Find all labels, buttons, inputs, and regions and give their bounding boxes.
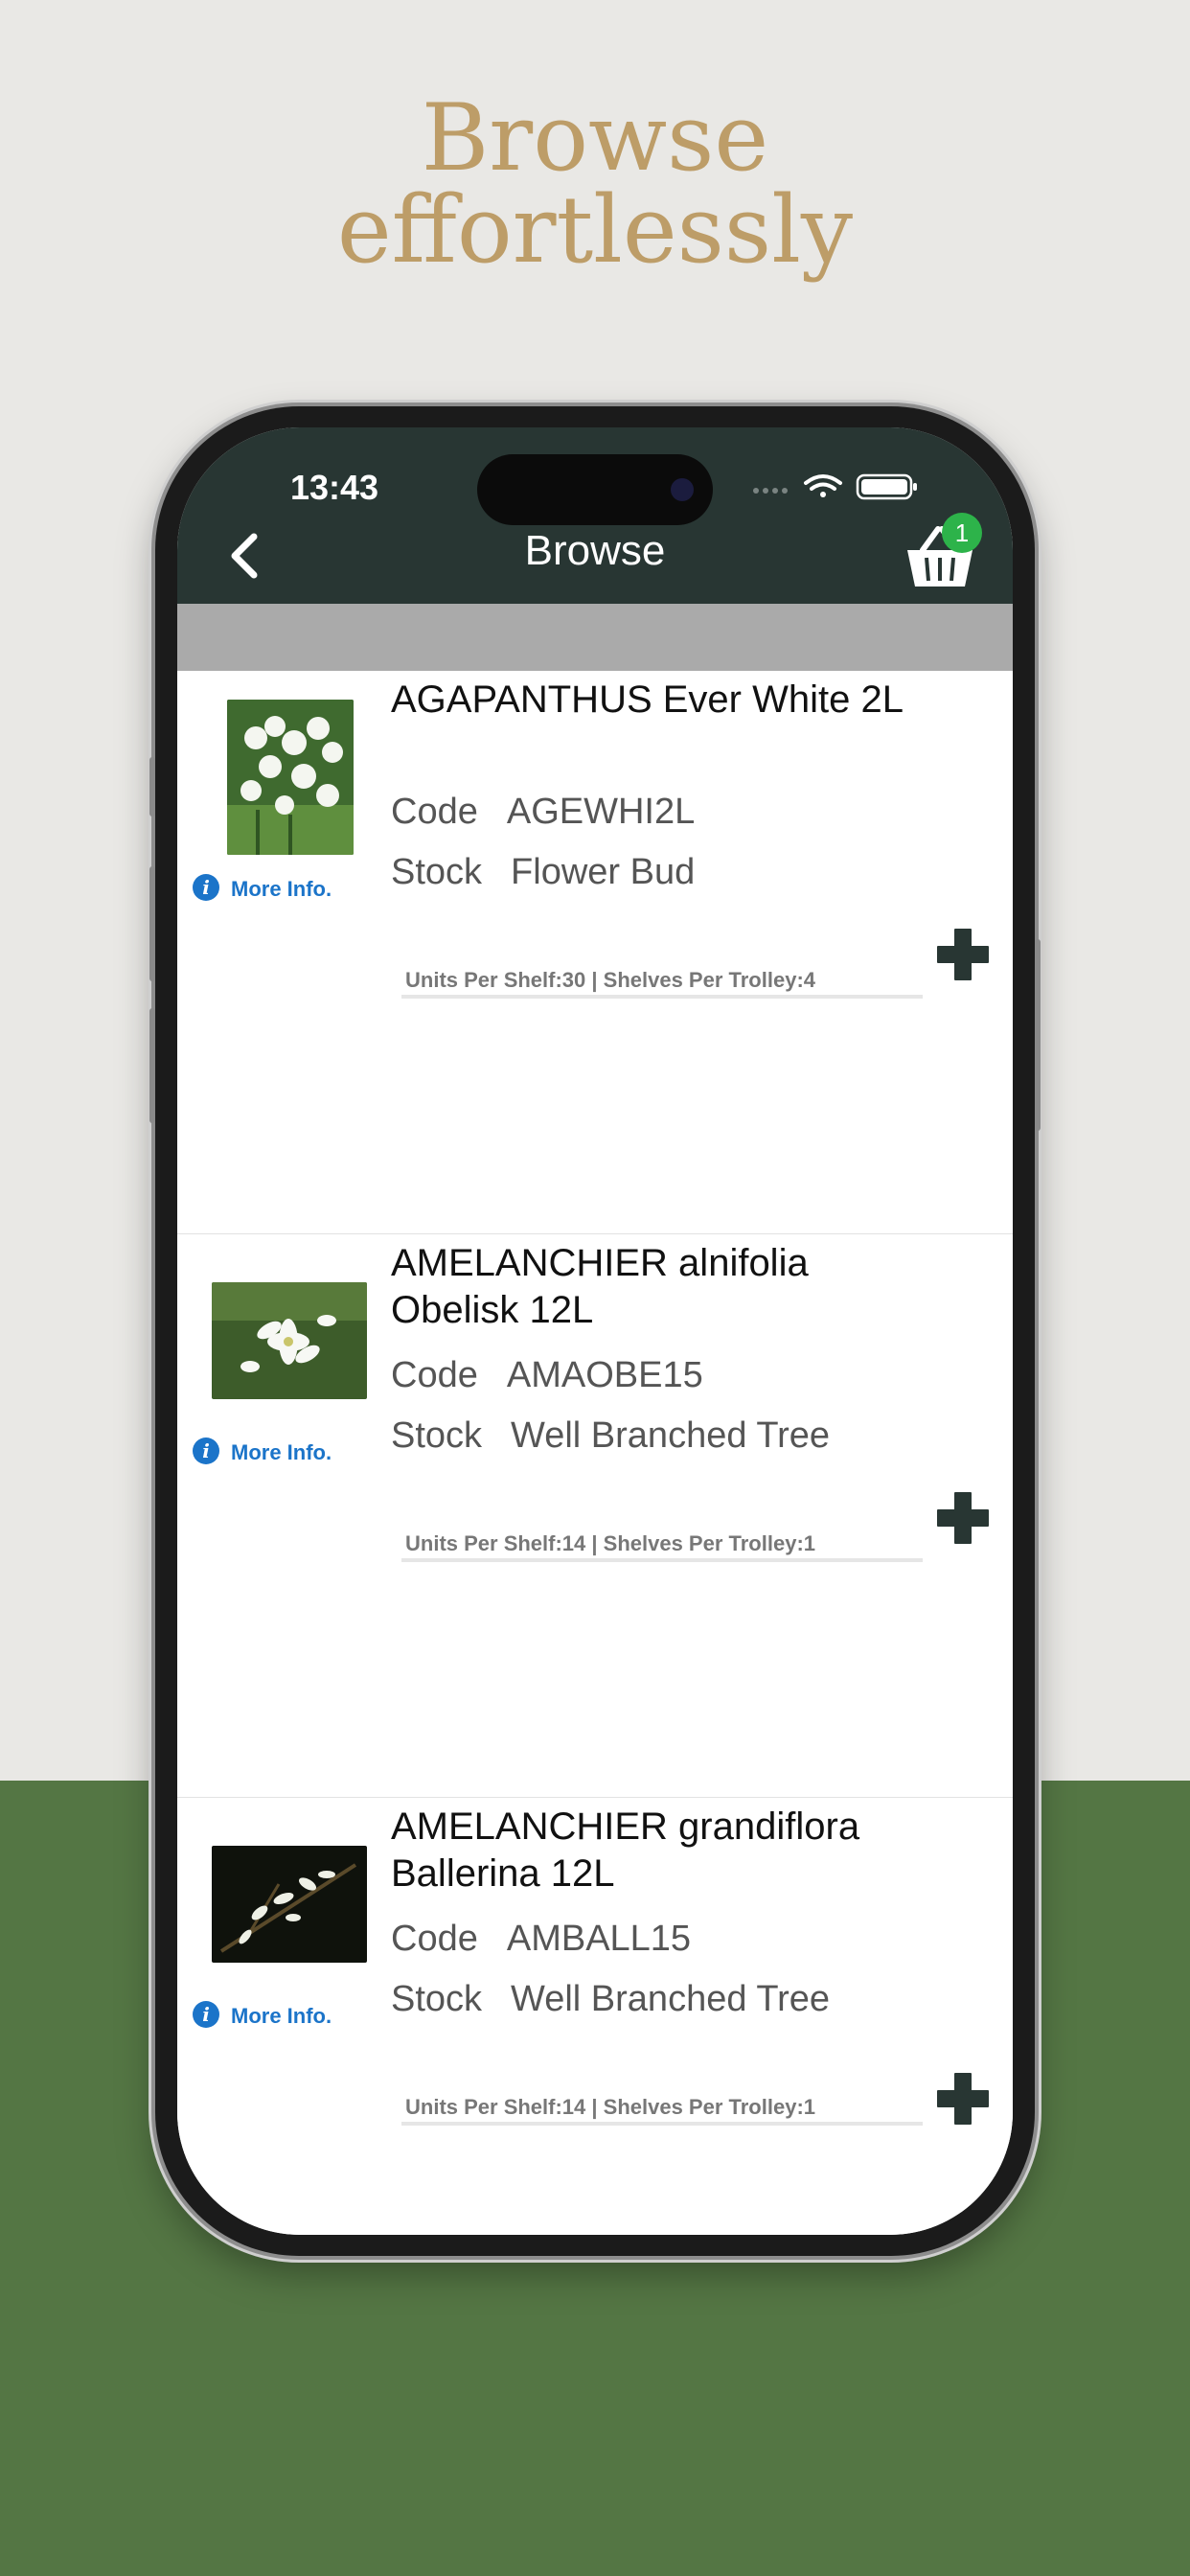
white-blossom-dark-photo	[212, 1846, 367, 1963]
units-info: Units Per Shelf:30 | Shelves Per Trolley…	[405, 968, 816, 992]
stock-label: Stock	[391, 1415, 483, 1456]
dynamic-island	[477, 454, 713, 525]
add-to-cart-plus-icon[interactable]	[934, 926, 992, 983]
white-blossom-photo	[212, 1282, 367, 1399]
divider	[401, 1558, 923, 1562]
phone-power-button	[1035, 939, 1041, 1131]
product-row[interactable]: i More Info. AGAPANTHUS Ever White 2L Co…	[177, 671, 1013, 1235]
status-icons	[753, 473, 917, 500]
more-info-label: More Info.	[231, 877, 332, 901]
white-agapanthus-photo	[227, 700, 354, 855]
stock-row: Stock Well Branched Tree	[391, 1415, 830, 1457]
code-value: AMAOBE15	[506, 1355, 703, 1395]
code-label: Code	[391, 1355, 478, 1395]
product-image[interactable]	[212, 1282, 367, 1399]
divider	[401, 995, 923, 999]
camera-icon	[671, 478, 694, 501]
phone-volume-up	[149, 866, 155, 981]
stock-label: Stock	[391, 852, 483, 892]
units-info: Units Per Shelf:14 | Shelves Per Trolley…	[405, 1531, 816, 1555]
code-row: Code AMAOBE15	[391, 1355, 703, 1396]
nav-bar: 13:43 Browse 1	[177, 427, 1013, 604]
info-icon: i	[193, 1438, 219, 1464]
stock-row: Stock Well Branched Tree	[391, 1979, 830, 2020]
stock-label: Stock	[391, 1979, 483, 2019]
units-info: Units Per Shelf:14 | Shelves Per Trolley…	[405, 2095, 816, 2119]
product-image[interactable]	[212, 1846, 367, 1963]
stock-row: Stock Flower Bud	[391, 852, 695, 893]
app-screen: 13:43 Browse 1 i More Info. AGAPANTHUS E…	[177, 427, 1013, 2235]
product-row[interactable]: i More Info. AMELANCHIER grandiflora Bal…	[177, 1798, 1013, 2235]
phone-side-button	[149, 757, 155, 816]
filter-bar	[177, 604, 1013, 671]
more-info-label: More Info.	[231, 2004, 332, 2028]
code-row: Code AGEWHI2L	[391, 792, 695, 833]
product-image[interactable]	[227, 700, 354, 855]
stock-value: Well Branched Tree	[511, 1415, 831, 1456]
more-info-label: More Info.	[231, 1440, 332, 1464]
cart-count-badge: 1	[942, 513, 982, 553]
status-time: 13:43	[290, 468, 379, 507]
code-label: Code	[391, 1919, 478, 1959]
divider	[401, 2122, 923, 2126]
product-name: AGAPANTHUS Ever White 2L	[391, 678, 904, 721]
stock-value: Flower Bud	[511, 852, 696, 892]
code-row: Code AMBALL15	[391, 1919, 691, 1960]
product-row[interactable]: i More Info. AMELANCHIER alnifolia Obeli…	[177, 1234, 1013, 1799]
code-value: AGEWHI2L	[506, 792, 696, 832]
info-icon: i	[193, 2001, 219, 2028]
signal-dots-icon	[753, 488, 788, 494]
product-name: AMELANCHIER grandiflora Ballerina 12L	[391, 1806, 860, 1895]
stock-value: Well Branched Tree	[511, 1979, 831, 2019]
code-label: Code	[391, 792, 478, 832]
phone-volume-down	[149, 1008, 155, 1123]
headline-line-1: Browse	[421, 84, 769, 192]
nav-title: Browse	[524, 527, 666, 574]
product-name: AMELANCHIER alnifolia Obelisk 12L	[391, 1242, 809, 1331]
add-to-cart-plus-icon[interactable]	[934, 2070, 992, 2128]
info-icon: i	[193, 874, 219, 901]
battery-icon	[856, 473, 917, 500]
headline: Browse effortlessly	[0, 92, 1190, 276]
code-value: AMBALL15	[506, 1919, 692, 1959]
wifi-icon	[804, 474, 842, 497]
add-to-cart-plus-icon[interactable]	[934, 1489, 992, 1547]
headline-line-2: effortlessly	[336, 176, 854, 284]
